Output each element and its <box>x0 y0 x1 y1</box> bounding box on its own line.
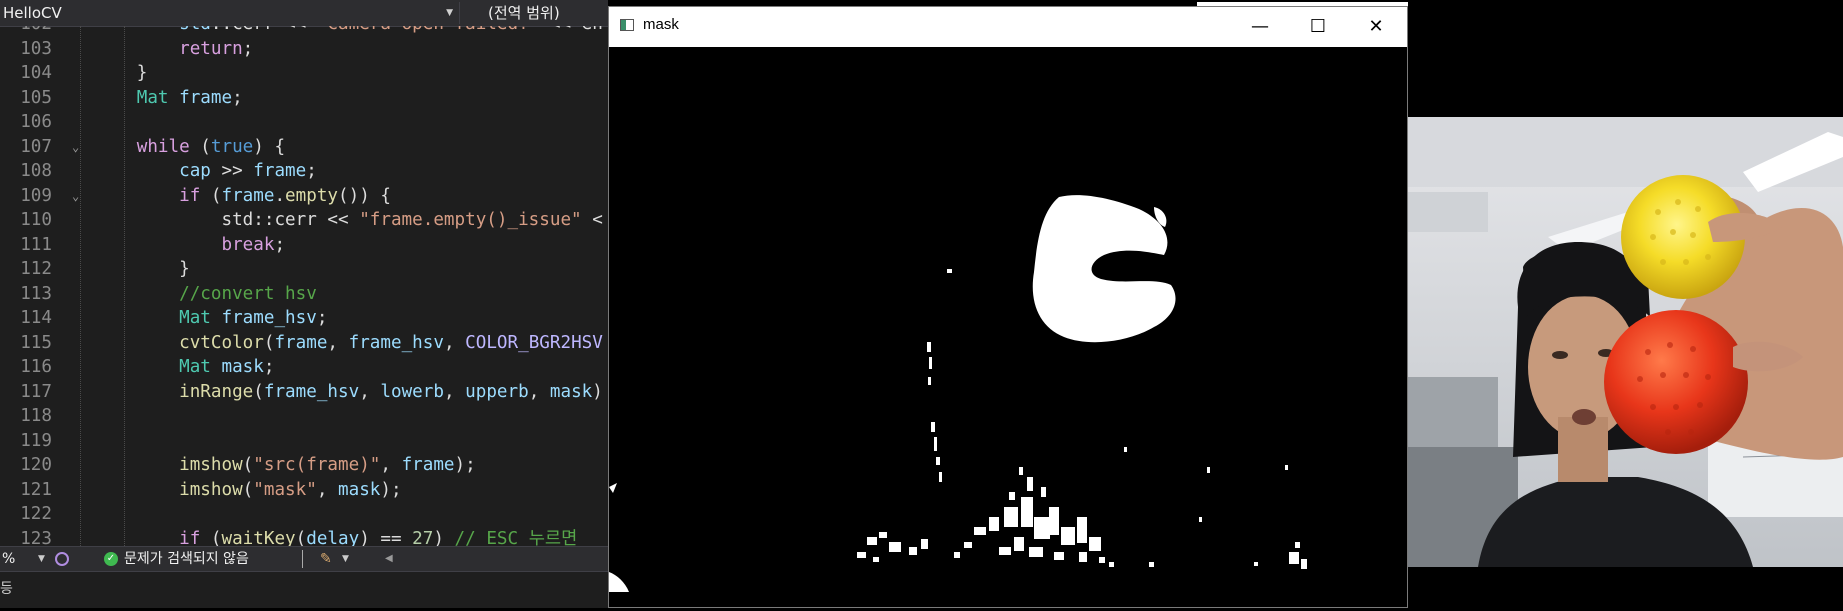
code-line[interactable]: 111 break; <box>0 233 608 258</box>
close-button[interactable]: ✕ <box>1347 7 1405 47</box>
code-area[interactable]: 102 std::cerr << "Camera open failed!" <… <box>0 26 608 546</box>
project-dropdown[interactable]: HelloCV ▼ <box>0 2 460 24</box>
code-line[interactable]: 123 if (waitKey(delay) == 27) // ESC 누르면 <box>0 527 608 547</box>
line-number: 113 <box>20 283 52 304</box>
line-number: 109 <box>20 185 52 206</box>
minimize-button[interactable]: — <box>1231 7 1289 47</box>
scroll-left-arrow-icon[interactable]: ◀ <box>385 547 393 571</box>
line-number: 110 <box>20 210 52 230</box>
line-number: 120 <box>20 455 52 475</box>
zoom-level[interactable]: % <box>2 547 15 571</box>
src-window-bottom-area <box>1408 567 1843 608</box>
code-line[interactable]: 102 std::cerr << "Camera open failed!" <… <box>0 26 608 37</box>
line-number: 118 <box>20 406 52 426</box>
line-number: 105 <box>20 87 52 108</box>
line-number: 104 <box>20 63 52 83</box>
code-text: } <box>136 63 148 83</box>
code-text: Mat frame; <box>136 87 243 108</box>
code-text: imshow("mask", mask); <box>179 479 402 500</box>
line-number: 108 <box>20 161 52 181</box>
camera-frame-svg <box>1408 117 1843 567</box>
code-text: while (true) { <box>136 136 286 157</box>
line-number: 121 <box>20 479 52 500</box>
code-text: Mat mask; <box>179 357 275 377</box>
line-number: 119 <box>20 430 52 451</box>
line-number: 117 <box>20 381 52 402</box>
code-cleanup-chevron-down-icon[interactable]: ▼ <box>342 547 349 571</box>
code-line[interactable]: 108 cap >> frame; <box>0 159 608 184</box>
line-number: 116 <box>20 357 52 377</box>
code-line[interactable]: 110 std::cerr << "frame.empty()_issue" < <box>0 208 608 233</box>
ide-bottom-panel: 등 <box>0 571 608 608</box>
code-line[interactable]: 117 inRange(frame_hsv, lowerb, upperb, m… <box>0 380 608 405</box>
scope-dropdown-value: (전역 범위) <box>488 4 560 22</box>
copilot-icon[interactable] <box>55 552 69 566</box>
code-text: Mat frame_hsv; <box>179 308 328 328</box>
code-text: break; <box>221 234 286 255</box>
line-number: 114 <box>20 308 52 328</box>
line-number: 112 <box>20 259 52 279</box>
code-line[interactable]: 115 cvtColor(frame, frame_hsv, COLOR_BGR… <box>0 331 608 356</box>
code-line[interactable]: 122 <box>0 502 608 527</box>
code-text: return; <box>179 38 254 59</box>
code-text: } <box>179 259 190 279</box>
code-text: //convert hsv <box>179 283 317 304</box>
code-line[interactable]: 121 imshow("mask", mask); <box>0 478 608 503</box>
project-dropdown-value: HelloCV <box>3 4 62 22</box>
bottom-panel-text: 등 <box>0 581 13 597</box>
code-line[interactable]: 104 } <box>0 61 608 86</box>
code-line[interactable]: 116 Mat mask; <box>0 355 608 380</box>
scope-dropdown[interactable]: (전역 범위) <box>470 2 608 24</box>
code-line[interactable]: 112 } <box>0 257 608 282</box>
maximize-button[interactable]: ☐ <box>1289 7 1347 47</box>
line-number: 122 <box>20 504 52 524</box>
mask-window: mask — ☐ ✕ <box>608 6 1408 608</box>
mask-window-titlebar[interactable]: mask — ☐ ✕ <box>609 7 1407 47</box>
code-text: if (waitKey(delay) == 27) // ESC 누르면 <box>179 528 578 547</box>
code-line[interactable]: 120 imshow("src(frame)", frame); <box>0 453 608 478</box>
check-circle-icon: ✓ <box>104 552 118 566</box>
code-text: std::cerr << "frame.empty()_issue" < <box>221 210 603 230</box>
line-number: 103 <box>20 38 52 59</box>
code-line[interactable]: 118 <box>0 404 608 429</box>
code-text: imshow("src(frame)", frame); <box>179 455 476 475</box>
navigation-bar: HelloCV ▼ (전역 범위) <box>0 0 608 27</box>
zoom-chevron-down-icon[interactable]: ▼ <box>38 547 45 571</box>
line-number: 111 <box>20 234 52 255</box>
app-window-icon <box>620 19 634 31</box>
line-number: 123 <box>20 528 52 547</box>
code-text: cvtColor(frame, frame_hsv, COLOR_BGR2HSV <box>179 332 603 353</box>
code-line[interactable]: 107 ⌄ while (true) { <box>0 135 608 160</box>
code-editor-panel: HelloCV ▼ (전역 범위) 102 std::cerr << "Came… <box>0 0 608 608</box>
code-text: std::cerr << "Camera open failed!" << en <box>52 26 603 37</box>
src-window-top-area <box>1408 0 1843 120</box>
chevron-down-icon: ▼ <box>446 8 453 18</box>
line-number: 106 <box>20 112 52 132</box>
line-number: 107 <box>20 136 52 157</box>
code-line[interactable]: 109 ⌄ if (frame.empty()) { <box>0 184 608 209</box>
line-number: 102 <box>0 26 52 37</box>
code-line[interactable]: 105 Mat frame; <box>0 86 608 111</box>
code-line[interactable]: 119 <box>0 429 608 454</box>
camera-frame-image <box>1408 117 1843 567</box>
code-line[interactable]: 103 return; <box>0 37 608 62</box>
issues-status[interactable]: 문제가 검색되지 않음 <box>124 547 249 571</box>
code-text: if (frame.empty()) { <box>179 185 391 206</box>
code-text: cap >> frame; <box>179 161 317 181</box>
code-text: inRange(frame_hsv, lowerb, upperb, mask) <box>179 381 603 402</box>
editor-status-bar: % ▼ ✓ 문제가 검색되지 않음 ✎ ▼ ◀ <box>0 546 608 571</box>
mask-image-svg <box>609 47 1407 607</box>
status-divider <box>302 550 303 568</box>
code-line[interactable]: 113 //convert hsv <box>0 282 608 307</box>
code-line[interactable]: 114 Mat frame_hsv; <box>0 306 608 331</box>
code-line[interactable]: 106 <box>0 110 608 135</box>
line-number: 115 <box>20 332 52 353</box>
window-title: mask <box>643 16 679 33</box>
mask-image <box>609 47 1407 607</box>
code-cleanup-brush-icon[interactable]: ✎ <box>320 547 332 571</box>
